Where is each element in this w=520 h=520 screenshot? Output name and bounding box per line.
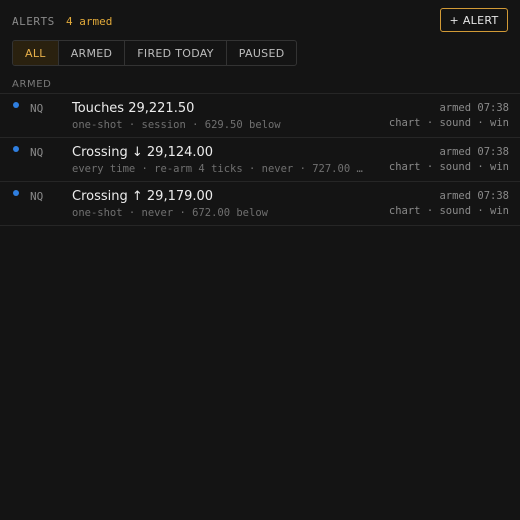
armed-count-badge: 4 armed xyxy=(66,15,113,28)
alert-status: armed 07:38 xyxy=(439,102,509,114)
armed-status-dot-icon xyxy=(13,146,19,152)
alert-status: armed 07:38 xyxy=(439,146,509,158)
armed-status-dot-icon xyxy=(13,190,19,196)
alert-list: NQ Touches 29,221.50 one-shot · session … xyxy=(0,93,520,226)
alert-detail: one-shot · session · 629.50 below xyxy=(72,119,281,131)
section-label-armed: ARMED xyxy=(12,79,52,90)
alert-status: armed 07:38 xyxy=(439,190,509,202)
alert-row[interactable]: NQ Touches 29,221.50 one-shot · session … xyxy=(0,93,520,137)
tab-fired-today[interactable]: FIRED TODAY xyxy=(125,41,227,65)
alert-title: Touches 29,221.50 xyxy=(72,101,195,116)
alert-detail: every time · re-arm 4 ticks · never · 72… xyxy=(72,163,368,175)
tab-armed[interactable]: ARMED xyxy=(59,41,126,65)
add-alert-button[interactable]: + ALERT xyxy=(440,8,508,32)
tab-all[interactable]: ALL xyxy=(13,41,59,65)
alert-title: Crossing ↓ 29,124.00 xyxy=(72,145,214,160)
alert-targets: chart · sound · win xyxy=(388,205,509,217)
alerts-header: ALERTS 4 armed + ALERT xyxy=(0,0,520,40)
alert-title: Crossing ↑ 29,179.00 xyxy=(72,189,214,204)
filter-tabs: ALL ARMED FIRED TODAY PAUSED xyxy=(12,40,298,66)
alert-targets: chart · sound · win xyxy=(388,117,509,129)
alert-detail: one-shot · never · 672.00 below xyxy=(72,207,268,219)
alert-row[interactable]: NQ Crossing ↓ 29,124.00 every time · re-… xyxy=(0,137,520,181)
page-title: ALERTS xyxy=(12,15,55,28)
armed-status-dot-icon xyxy=(13,102,19,108)
alert-symbol: NQ xyxy=(30,190,44,203)
tab-paused[interactable]: PAUSED xyxy=(227,41,297,65)
alert-row[interactable]: NQ Crossing ↑ 29,179.00 one-shot · never… xyxy=(0,181,520,226)
alert-symbol: NQ xyxy=(30,146,44,159)
alert-targets: chart · sound · win xyxy=(388,161,509,173)
alert-symbol: NQ xyxy=(30,102,44,115)
